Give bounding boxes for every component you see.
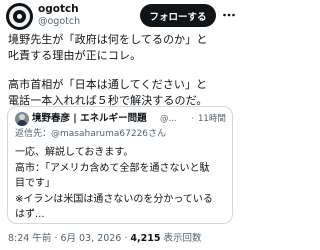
- quote-line: はず...: [15, 209, 45, 220]
- quote-line: 目です」: [15, 178, 55, 189]
- avatar[interactable]: [6, 3, 33, 30]
- reply-prefix: 返信先：: [15, 129, 52, 139]
- tweet-line: 境野先生が「政府は何をしてるのか」と: [8, 33, 208, 46]
- quote-avatar[interactable]: [15, 112, 29, 126]
- post-date[interactable]: 6月 03, 2026: [60, 233, 121, 244]
- tweet-metadata: 8:24 午前 · 6月 03, 2026 · 4,215 表示回数: [8, 232, 202, 245]
- tweet-text: 境野先生が「政府は何をしてるのか」と 叱責する理由が正にコレ。 高市首相が「日本…: [8, 32, 236, 109]
- post-time[interactable]: 8:24 午前: [8, 233, 51, 244]
- more-horizontal-icon[interactable]: [222, 8, 236, 22]
- quote-line: 高市：「アメリカ含めて全部を通さないと駄: [15, 162, 210, 174]
- quote-line: 一応、解説しておきます。: [15, 147, 134, 158]
- meta-separator: ·: [54, 233, 58, 244]
- quote-line: ※イランは米国は通さないのを分かっている: [15, 193, 213, 205]
- author-handle[interactable]: @ogotch: [38, 16, 80, 28]
- quote-body: 一応、解説しておきます。 高市：「アメリカ含めて全部を通さないと駄 目です」 ※…: [15, 145, 229, 223]
- quoted-tweet-card[interactable]: 境野春彦 | エネルギー問題 @... · 11時間 返信先：@masaharu…: [7, 106, 233, 224]
- reply-mention-link[interactable]: @masaharuma67226さん: [51, 129, 166, 139]
- quote-display-name[interactable]: 境野春彦 | エネルギー問題: [32, 112, 147, 125]
- tweet-line: 叱責する理由が正にコレ。: [8, 49, 142, 62]
- views-label: 表示回数: [163, 233, 202, 244]
- quote-timestamp[interactable]: 11時間: [198, 113, 226, 125]
- quote-separator: ·: [191, 114, 194, 124]
- tweet-line: 高市首相が「日本は通してください」と: [8, 78, 208, 91]
- views-count[interactable]: 4,215: [130, 233, 160, 244]
- author-display-name[interactable]: ogotch: [38, 3, 79, 16]
- meta-separator: ·: [124, 233, 128, 244]
- quote-handle[interactable]: @...: [160, 113, 177, 125]
- reply-context: 返信先：@masaharuma67226さん: [15, 128, 166, 140]
- follow-button[interactable]: フォローする: [140, 4, 216, 27]
